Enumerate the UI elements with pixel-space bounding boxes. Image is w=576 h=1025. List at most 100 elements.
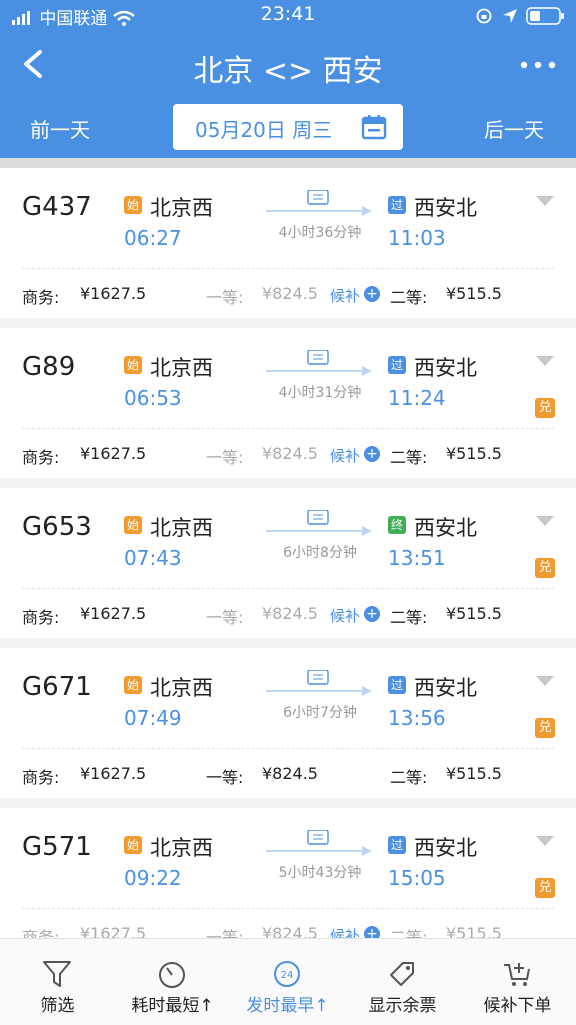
divider <box>22 268 554 269</box>
train-card[interactable]: G571 始 北京西 09:22 5小时43分钟 过 西安北 15:05 兑 商… <box>0 808 576 938</box>
seat-business-price: ¥1627.5 <box>80 444 147 463</box>
waitlist-link[interactable]: 候补 <box>330 925 360 938</box>
app-header: 中国联通 23:41 北京 <> 西安 前一天 05月20日 周三 后一天 <box>0 0 576 158</box>
add-waitlist-icon[interactable]: + <box>364 446 380 462</box>
from-station: 北京西 <box>150 676 213 700</box>
route-arrow-icon <box>266 510 372 536</box>
tab-shortest-duration[interactable]: 耗时最短↑ <box>115 939 230 1025</box>
add-waitlist-icon[interactable]: + <box>364 286 380 302</box>
from-station: 北京西 <box>150 356 213 380</box>
seat-second-price: ¥515.5 <box>446 444 502 463</box>
chevron-down-icon[interactable] <box>536 196 554 206</box>
duration: 4小时31分钟 <box>278 385 362 401</box>
divider <box>22 748 554 749</box>
tab-label: 耗时最短↑ <box>131 996 214 1016</box>
chevron-down-icon[interactable] <box>536 356 554 366</box>
seat-first-price: ¥824.5 <box>262 764 318 783</box>
origin-badge: 始 <box>124 836 142 854</box>
seat-business-price: ¥1627.5 <box>80 764 147 783</box>
train-number: G653 <box>22 512 92 542</box>
add-waitlist-icon[interactable]: + <box>364 926 380 938</box>
chevron-down-icon[interactable] <box>536 516 554 526</box>
train-number: G437 <box>22 192 92 222</box>
nav-bar: 北京 <> 西安 <box>0 36 576 96</box>
date-picker[interactable]: 05月20日 周三 <box>173 104 403 150</box>
train-card[interactable]: G653 始 北京西 07:43 6小时8分钟 终 西安北 13:51 兑 商务… <box>0 488 576 638</box>
seat-business-label: 商务: <box>22 928 60 938</box>
stop-badge: 过 <box>388 676 406 694</box>
from-station: 北京西 <box>150 836 213 860</box>
train-card[interactable]: G437 始 北京西 06:27 4小时36分钟 过 西安北 11:03 商务:… <box>0 168 576 318</box>
divider <box>22 428 554 429</box>
next-day-button[interactable]: 后一天 <box>484 114 544 143</box>
seat-second-label: 二等: <box>390 768 428 787</box>
train-number: G89 <box>22 352 76 382</box>
origin-badge: 始 <box>124 516 142 534</box>
seat-first-price: ¥824.5 <box>262 604 318 623</box>
stop-badge: 过 <box>388 196 406 214</box>
arrival-time: 13:56 <box>388 706 446 730</box>
route-arrow-icon <box>266 350 372 376</box>
exchange-badge: 兑 <box>535 398 555 418</box>
tab-label: 发时最早↑ <box>246 996 329 1016</box>
tab-filter[interactable]: 筛选 <box>0 939 115 1025</box>
to-station: 西安北 <box>414 676 477 700</box>
waitlist-link[interactable]: 候补 <box>330 445 360 466</box>
to-station: 西安北 <box>414 356 477 380</box>
train-card[interactable]: G671 始 北京西 07:49 6小时7分钟 过 西安北 13:56 兑 商务… <box>0 648 576 798</box>
battery-icon <box>526 7 564 25</box>
add-waitlist-icon[interactable]: + <box>364 606 380 622</box>
seat-second-price: ¥515.5 <box>446 284 502 303</box>
cart-add-icon <box>504 963 530 986</box>
tab-show-remaining[interactable]: 显示余票 <box>345 939 460 1025</box>
seat-business-price: ¥1627.5 <box>80 924 147 938</box>
duration: 4小时36分钟 <box>278 225 362 241</box>
prev-day-button[interactable]: 前一天 <box>30 114 90 143</box>
terminal-badge: 终 <box>388 516 406 534</box>
route-arrow-icon <box>266 670 372 696</box>
clock-badge-text: 24 <box>281 970 294 981</box>
seat-business-label: 商务: <box>22 288 60 307</box>
from-station: 北京西 <box>150 516 213 540</box>
seat-first-price: ¥824.5 <box>262 444 318 463</box>
header-divider <box>0 158 576 168</box>
tab-waitlist-order[interactable]: 候补下单 <box>460 939 575 1025</box>
tab-earliest-departure[interactable]: 24 发时最早↑ <box>230 939 345 1025</box>
chevron-down-icon[interactable] <box>536 676 554 686</box>
departure-time: 07:43 <box>124 546 182 570</box>
more-icon[interactable] <box>518 50 558 80</box>
duration: 6小时7分钟 <box>283 705 357 721</box>
departure-time: 07:49 <box>124 706 182 730</box>
seat-second-label: 二等: <box>390 608 428 627</box>
chevron-down-icon[interactable] <box>536 836 554 846</box>
departure-time: 06:27 <box>124 226 182 250</box>
lock-rotation-icon <box>476 8 492 24</box>
divider <box>22 588 554 589</box>
waitlist-link[interactable]: 候补 <box>330 285 360 306</box>
duration: 6小时8分钟 <box>283 545 357 561</box>
route-arrow-icon <box>266 190 372 216</box>
page-title: 北京 <> 西安 <box>193 54 383 89</box>
train-card[interactable]: G89 始 北京西 06:53 4小时31分钟 过 西安北 11:24 兑 商务… <box>0 328 576 478</box>
train-list[interactable]: G437 始 北京西 06:27 4小时36分钟 过 西安北 11:03 商务:… <box>0 168 576 938</box>
seat-first-label: 一等: <box>206 928 244 938</box>
calendar-icon <box>361 115 387 140</box>
seat-first-price: ¥824.5 <box>262 284 318 303</box>
location-icon <box>503 9 517 23</box>
seat-business-label: 商务: <box>22 768 60 787</box>
waitlist-link[interactable]: 候补 <box>330 605 360 626</box>
seat-first-price: ¥824.5 <box>262 924 318 938</box>
seat-business-label: 商务: <box>22 608 60 627</box>
arrival-time: 15:05 <box>388 866 446 890</box>
clock-24-icon: 24 <box>274 961 300 987</box>
train-number: G671 <box>22 672 92 702</box>
to-station: 西安北 <box>414 516 477 540</box>
seat-second-price: ¥515.5 <box>446 924 502 938</box>
arrival-time: 13:51 <box>388 546 446 570</box>
seat-first-label: 一等: <box>206 288 244 307</box>
origin-badge: 始 <box>124 676 142 694</box>
date-bar: 前一天 05月20日 周三 后一天 <box>0 104 576 152</box>
stop-badge: 过 <box>388 356 406 374</box>
tag-icon <box>390 962 414 986</box>
to-station: 西安北 <box>414 196 477 220</box>
